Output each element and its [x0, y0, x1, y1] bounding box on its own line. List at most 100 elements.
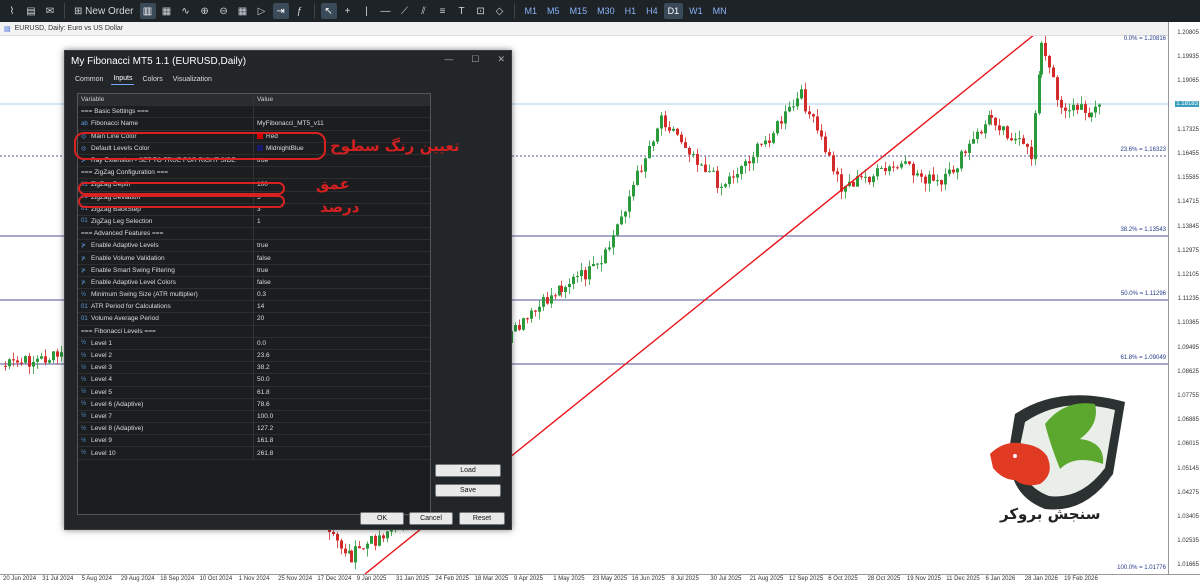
minimize-icon[interactable]: —: [444, 54, 453, 65]
label-icon[interactable]: ⊡: [473, 3, 489, 19]
fibo-icon[interactable]: ≡: [435, 3, 451, 19]
vertical-line-icon[interactable]: |: [359, 3, 375, 19]
close-icon[interactable]: ✕: [497, 54, 505, 65]
table-row[interactable]: ab Fibonacci Name MyFibonacci_MT5_v11: [78, 118, 430, 131]
table-row[interactable]: 01 ATR Period for Calculations 14: [78, 301, 430, 314]
candle-chart-icon[interactable]: ▦: [159, 3, 175, 19]
row-value[interactable]: [254, 106, 257, 117]
table-row[interactable]: ⊁ Enable Adaptive Level Colors false: [78, 276, 430, 289]
table-row[interactable]: 01 ZigZag Leg Selection 1: [78, 215, 430, 229]
row-value[interactable]: 0.0: [254, 338, 266, 349]
row-value[interactable]: 61.8: [254, 387, 270, 398]
timeframe-h1[interactable]: H1: [621, 3, 641, 19]
candle-body: [1060, 99, 1063, 108]
text-icon[interactable]: T: [454, 3, 470, 19]
row-value[interactable]: false: [254, 277, 271, 288]
bar-chart-icon[interactable]: ▥: [139, 3, 156, 19]
timeframe-d1[interactable]: D1: [663, 3, 684, 19]
row-value[interactable]: 1: [254, 216, 261, 227]
chart-type-icon[interactable]: ⌇: [4, 3, 20, 19]
zoom-in-icon[interactable]: ⊕: [197, 3, 213, 19]
tab-inputs[interactable]: Inputs: [111, 75, 135, 85]
load-button[interactable]: Load: [435, 464, 501, 477]
row-value[interactable]: false: [254, 252, 271, 263]
row-value[interactable]: 50.0: [254, 374, 270, 385]
table-row[interactable]: === ZigZag Configuration ===: [78, 167, 430, 180]
table-row[interactable]: ½ Level 8 (Adaptive) 127.2: [78, 423, 430, 436]
table-row[interactable]: ½ Level 7 100.0: [78, 410, 430, 424]
row-variable-name: ATR Period for Calculations: [91, 303, 171, 311]
row-value[interactable]: 127.2: [254, 423, 273, 434]
row-value[interactable]: [254, 167, 257, 178]
row-value[interactable]: MyFibonacci_MT5_v11: [254, 118, 324, 129]
table-row[interactable]: ½ Level 5 61.8: [78, 386, 430, 399]
timeframe-mn[interactable]: MN: [709, 3, 731, 19]
timeframe-w1[interactable]: W1: [685, 3, 707, 19]
table-row[interactable]: ½ Level 3 38.2: [78, 362, 430, 375]
row-value[interactable]: [254, 228, 257, 239]
table-row[interactable]: ½ Level 9 161.8: [78, 435, 430, 448]
candle-body: [1010, 138, 1013, 141]
table-row[interactable]: ⊁ Enable Adaptive Levels true: [78, 240, 430, 253]
channel-icon[interactable]: ⫽: [416, 3, 432, 19]
price-tick-label: 1.01665: [1177, 562, 1199, 569]
row-value[interactable]: 0.3: [254, 289, 266, 300]
reset-button[interactable]: Reset: [459, 512, 505, 525]
line-chart-icon[interactable]: ∿: [178, 3, 194, 19]
timeframe-h4[interactable]: H4: [642, 3, 662, 19]
table-row[interactable]: ½ Level 6 (Adaptive) 78.6: [78, 398, 430, 411]
expert-icon[interactable]: ✉: [42, 3, 58, 19]
table-row[interactable]: === Basic Settings ===: [78, 106, 430, 119]
template-icon[interactable]: ▤: [23, 3, 39, 19]
cursor-icon[interactable]: ↖: [320, 3, 337, 19]
timeframe-m30[interactable]: M30: [593, 3, 619, 19]
shapes-icon[interactable]: ◇: [492, 3, 508, 19]
table-row[interactable]: ⊁ Enable Volume Validation false: [78, 252, 430, 265]
save-button[interactable]: Save: [435, 484, 501, 497]
table-row[interactable]: ⊁ Enable Smart Swing Filtering true: [78, 264, 430, 277]
timeframe-m15[interactable]: M15: [566, 3, 592, 19]
chart-shift-icon[interactable]: ⇥: [272, 3, 289, 19]
row-value[interactable]: true: [254, 240, 268, 251]
table-row[interactable]: ½ Level 2 23.6: [78, 349, 430, 363]
row-value[interactable]: 261.8: [254, 447, 273, 458]
table-row[interactable]: 01 Volume Average Period 20: [78, 313, 430, 326]
row-value[interactable]: 100.0: [254, 411, 273, 422]
row-value[interactable]: 23.6: [254, 350, 270, 361]
new-order-button[interactable]: ⊞ New Order: [71, 3, 137, 19]
table-row[interactable]: ½ Level 10 261.8: [78, 447, 430, 460]
candle-body: [1018, 138, 1021, 140]
table-row[interactable]: ½ Level 1 0.0: [78, 337, 430, 350]
timeframe-m5[interactable]: M5: [543, 3, 564, 19]
grid-icon[interactable]: ▦: [235, 3, 251, 19]
row-value[interactable]: 78.6: [254, 399, 270, 410]
row-variable-name: Fibonacci Name: [91, 120, 138, 128]
timeframe-m1[interactable]: M1: [521, 3, 542, 19]
table-row[interactable]: === Advanced Features ===: [78, 228, 430, 241]
horizontal-line-icon[interactable]: —: [378, 3, 394, 19]
table-row[interactable]: === Fibonacci Levels ===: [78, 325, 430, 338]
cancel-button[interactable]: Cancel: [409, 512, 453, 525]
tab-visualization[interactable]: Visualization: [171, 76, 214, 85]
crosshair-icon[interactable]: +: [340, 3, 356, 19]
candle-body: [1014, 138, 1017, 141]
row-value[interactable]: true: [254, 265, 268, 276]
candle-body: [564, 287, 567, 293]
zoom-out-icon[interactable]: ⊖: [216, 3, 232, 19]
tab-common[interactable]: Common: [73, 76, 105, 85]
row-value[interactable]: 14: [254, 301, 264, 312]
autoscroll-icon[interactable]: ▷: [254, 3, 270, 19]
candle-body: [1064, 107, 1067, 111]
ok-button[interactable]: OK: [360, 512, 404, 525]
maximize-icon[interactable]: ☐: [471, 54, 479, 65]
row-variable: ½ Level 10: [78, 447, 254, 459]
row-value[interactable]: 20: [254, 313, 264, 324]
indicators-icon[interactable]: ƒ: [292, 3, 308, 19]
trendline-icon[interactable]: ⟋: [397, 3, 413, 19]
tab-colors[interactable]: Colors: [140, 76, 164, 85]
row-value[interactable]: 161.8: [254, 435, 273, 446]
table-row[interactable]: ½ Minimum Swing Size (ATR multiplier) 0.3: [78, 289, 430, 302]
row-value[interactable]: 38.2: [254, 362, 270, 373]
table-row[interactable]: ½ Level 4 50.0: [78, 374, 430, 387]
row-value[interactable]: [254, 326, 257, 337]
